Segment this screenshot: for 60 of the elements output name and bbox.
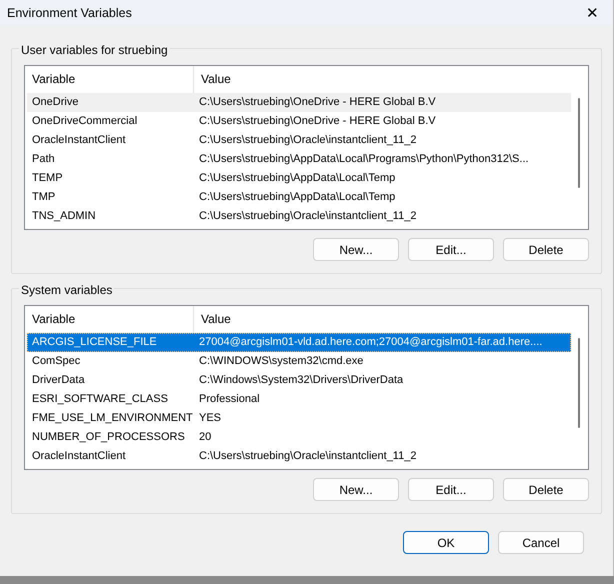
variable-value: C:\Users\struebing\OneDrive - HERE Global B.V	[198, 114, 436, 129]
variable-value: C:\Users\struebing\OneDrive - HERE Global B.V	[198, 95, 436, 110]
variable-name: ComSpec	[31, 354, 82, 369]
variable-value: C:\WINDOWS\system32\cmd.exe	[198, 354, 364, 369]
ok-button[interactable]: OK	[403, 531, 489, 554]
variable-value: Professional	[198, 392, 260, 407]
variable-value: C:\Users\struebing\AppData\Local\Temp	[198, 171, 396, 186]
action-button[interactable]: Delete	[503, 478, 589, 501]
variable-name: DriverData	[31, 373, 86, 388]
variable-list[interactable]	[24, 65, 589, 230]
variable-name: NUMBER_OF_PROCESSORS	[31, 430, 186, 445]
group-title: System variables	[19, 282, 114, 298]
variable-value: C:\Users\struebing\AppData\Local\Programs\Python\Python312\S...	[198, 152, 529, 167]
variable-value: YES	[198, 411, 222, 426]
variable-name: OneDriveCommercial	[31, 114, 138, 129]
variable-value: 20	[198, 430, 212, 445]
variable-name: OneDrive	[31, 95, 80, 110]
action-button[interactable]: New...	[313, 478, 399, 501]
scrollbar-thumb[interactable]	[578, 338, 580, 428]
variable-name: TNS_ADMIN	[31, 209, 97, 224]
cancel-button[interactable]: Cancel	[498, 531, 584, 554]
action-button[interactable]: Edit...	[408, 478, 494, 501]
close-button[interactable]: ✕	[580, 6, 605, 20]
variable-name: Path	[31, 152, 56, 167]
list-row[interactable]: OneDrive C:\Users\struebing\OneDrive - HERE Global B.V	[27, 93, 571, 112]
variable-value: C:\Users\struebing\AppData\Local\Temp	[198, 190, 396, 205]
list-row[interactable]: DriverData C:\Windows\System32\Drivers\DriverData	[27, 371, 571, 390]
list-row[interactable]: ESRI_SOFTWARE_CLASS Professional	[27, 390, 571, 409]
action-button[interactable]: Edit...	[408, 238, 494, 261]
list-row[interactable]: Path C:\Users\struebing\AppData\Local\Programs\Python\Python312\S...	[27, 150, 571, 169]
scrollbar-thumb[interactable]	[578, 98, 580, 188]
list-row[interactable]: OracleInstantClient C:\Users\struebing\Oracle\instantclient_11_2	[27, 447, 571, 466]
variable-name: OracleInstantClient	[31, 133, 127, 148]
list-row[interactable]: OneDriveCommercial C:\Users\struebing\OneDrive - HERE Global B.V	[27, 112, 571, 131]
action-button[interactable]: New...	[313, 238, 399, 261]
variable-name: OracleInstantClient	[31, 449, 127, 464]
list-row[interactable]: ARCGIS_LICENSE_FILE 27004@arcgislm01-vld.ad.here.com;27004@arcgislm01-far.ad.here....	[27, 333, 571, 352]
variable-name: ESRI_SOFTWARE_CLASS	[31, 392, 169, 407]
list-row[interactable]: NUMBER_OF_PROCESSORS 20	[27, 428, 571, 447]
variable-name: ARCGIS_LICENSE_FILE	[31, 335, 158, 350]
list-row[interactable]: TNS_ADMIN C:\Users\struebing\Oracle\instantclient_11_2	[27, 207, 571, 226]
list-row[interactable]: TEMP C:\Users\struebing\AppData\Local\Temp	[27, 169, 571, 188]
variable-value: C:\Users\struebing\Oracle\instantclient_11_2	[198, 133, 416, 148]
variable-value: C:\Users\struebing\Oracle\instantclient_11_2	[198, 209, 416, 224]
variable-value: C:\Users\struebing\Oracle\instantclient_11_2	[198, 449, 416, 464]
variable-name: TMP	[31, 190, 56, 205]
variable-value: 27004@arcgislm01-vld.ad.here.com;27004@arcgislm01-far.ad.here....	[198, 335, 542, 350]
list-row[interactable]: TMP C:\Users\struebing\AppData\Local\Temp	[27, 188, 571, 207]
action-button[interactable]: Delete	[503, 238, 589, 261]
list-row[interactable]: OracleInstantClient C:\Users\struebing\Oracle\instantclient_11_2	[27, 131, 571, 150]
list-row[interactable]: FME_USE_LM_ENVIRONMENT YES	[27, 409, 571, 428]
variable-list[interactable]	[24, 305, 589, 470]
variable-name: FME_USE_LM_ENVIRONMENT	[31, 411, 194, 426]
column-header[interactable]: Value	[194, 66, 231, 93]
group-title: User variables for struebing	[19, 42, 170, 58]
variable-name: TEMP	[31, 171, 64, 186]
list-row[interactable]: ComSpec C:\WINDOWS\system32\cmd.exe	[27, 352, 571, 371]
column-header[interactable]: Value	[194, 306, 231, 333]
variable-value: C:\Windows\System32\Drivers\DriverData	[198, 373, 404, 388]
window-title: Environment Variables	[7, 4, 132, 22]
